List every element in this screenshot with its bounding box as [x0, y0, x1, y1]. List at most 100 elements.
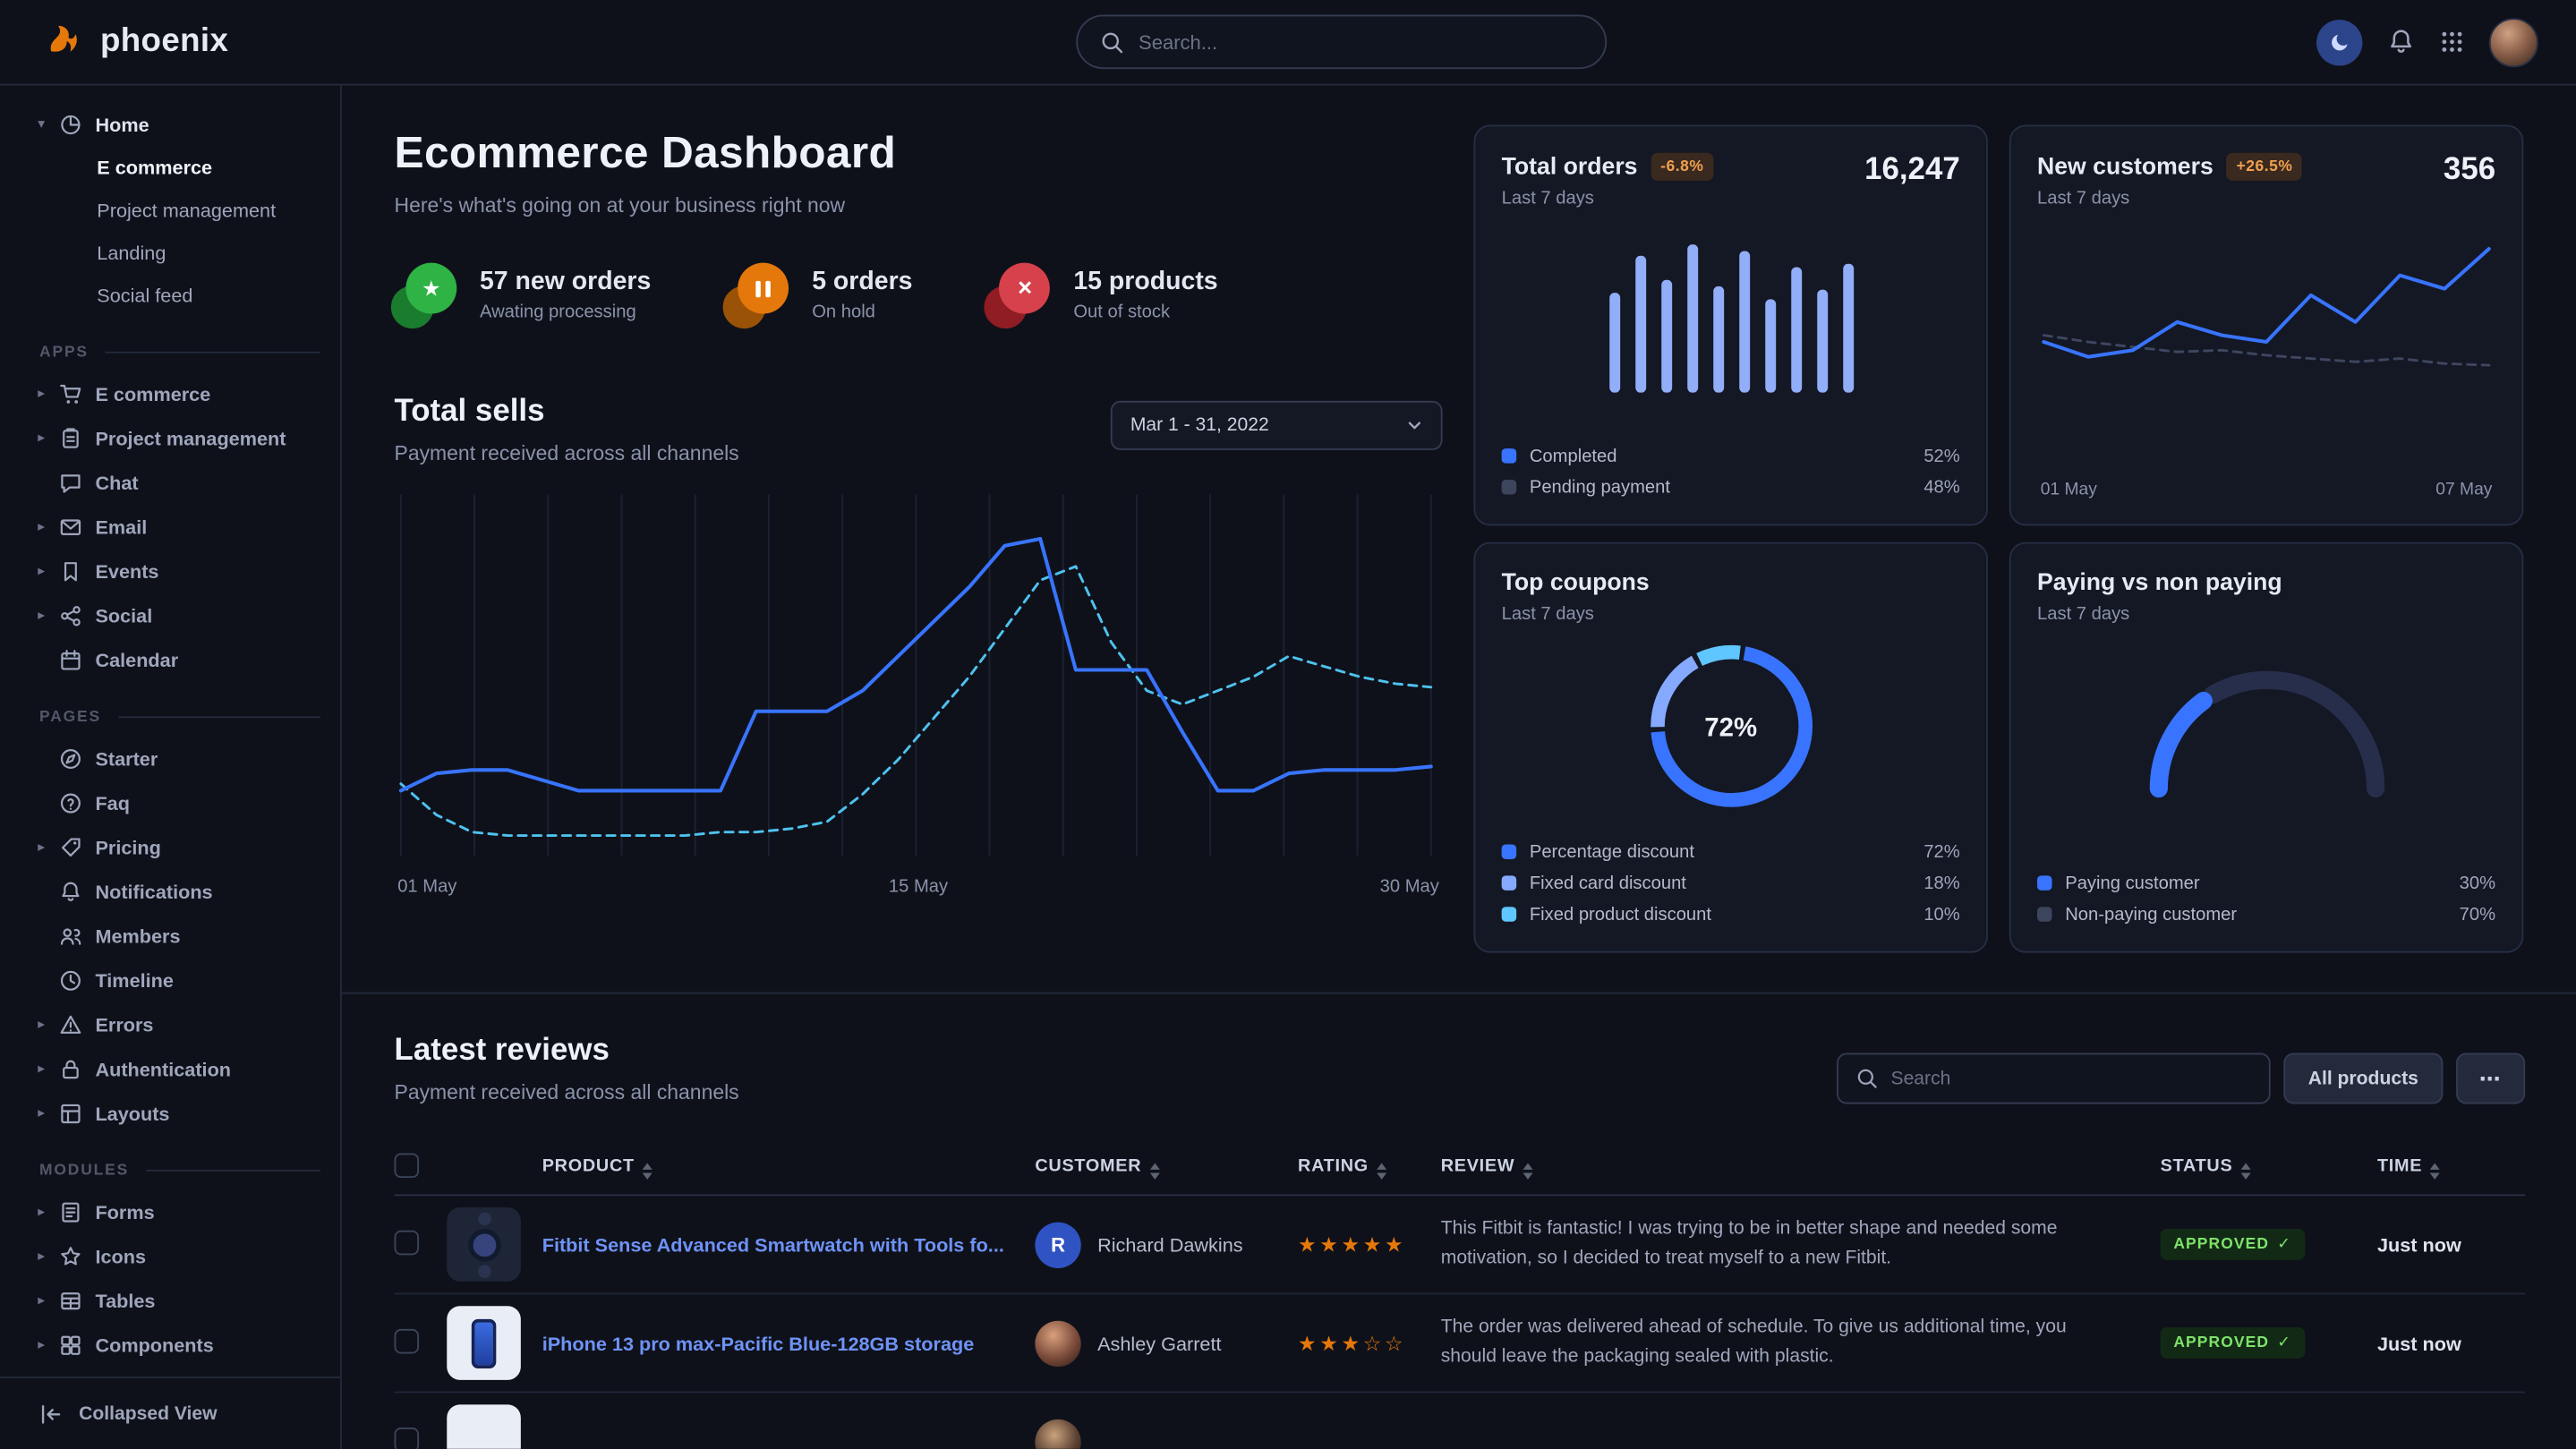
row-checkbox[interactable]	[395, 1328, 420, 1353]
reviews-title: Latest reviews	[395, 1034, 739, 1070]
pie-chart-icon	[59, 113, 95, 136]
collapse-view-toggle[interactable]: Collapsed View	[0, 1377, 340, 1449]
legend: Completed52% Pending payment48%	[1502, 440, 1960, 503]
sidebar-item-errors[interactable]: ▸Errors	[0, 1002, 340, 1047]
column-time[interactable]: TIME	[2377, 1155, 2525, 1179]
column-rating[interactable]: RATING	[1298, 1155, 1441, 1179]
row-checkbox[interactable]	[395, 1427, 420, 1449]
sort-icon[interactable]	[1149, 1163, 1159, 1179]
sidebar-subitem-project-management[interactable]: Project management	[0, 189, 340, 232]
sidebar-home-children: E commerceProject managementLandingSocia…	[0, 146, 340, 317]
sidebar-item-faq[interactable]: Faq	[0, 780, 340, 825]
card-subtitle: Last 7 days	[2037, 604, 2282, 624]
sidebar-item-chat[interactable]: Chat	[0, 460, 340, 505]
sidebar-item-notifications[interactable]: Notifications	[0, 869, 340, 914]
sort-icon[interactable]	[1377, 1163, 1386, 1179]
sidebar-section-label-pages: PAGES	[39, 708, 320, 726]
sidebar-item-pricing[interactable]: ▸Pricing	[0, 824, 340, 869]
sidebar-item-tables[interactable]: ▸Tables	[0, 1278, 340, 1323]
page-title: Ecommerce Dashboard	[395, 128, 1443, 179]
customer-name: Ashley Garrett	[1097, 1332, 1221, 1355]
sidebar-item-email[interactable]: ▸Email	[0, 504, 340, 549]
sidebar-item-label: Icons	[95, 1244, 146, 1267]
product-image[interactable]	[447, 1306, 521, 1380]
product-image[interactable]	[447, 1207, 521, 1282]
reviews-table-header: PRODUCT CUSTOMER RATING REVIEW STATUS TI…	[395, 1140, 2526, 1196]
sidebar-item-label: Events	[95, 559, 158, 583]
sort-icon[interactable]	[643, 1163, 653, 1179]
sidebar-item-forms[interactable]: ▸Forms	[0, 1189, 340, 1234]
sidebar-item-label: Faq	[95, 791, 130, 814]
sidebar-item-timeline[interactable]: Timeline	[0, 958, 340, 1002]
sidebar-item-authentication[interactable]: ▸Authentication	[0, 1046, 340, 1091]
sidebar-item-social[interactable]: ▸Social	[0, 593, 340, 638]
dashboard-top-section: Ecommerce Dashboard Here's what's going …	[342, 85, 2576, 993]
sidebar-item-starter[interactable]: Starter	[0, 736, 340, 780]
sidebar-item-components[interactable]: ▸ Components	[0, 1323, 340, 1368]
legend-label: Fixed card discount	[1530, 874, 1686, 893]
sort-icon[interactable]	[2241, 1163, 2251, 1179]
legend: Paying customer30% Non-paying customer70…	[2037, 867, 2495, 930]
customer-cell: RRichard Dawkins	[1035, 1222, 1298, 1267]
legend-value: 10%	[1923, 904, 1959, 924]
app-root: phoenix ▾	[0, 0, 2576, 1449]
warning-icon	[59, 1013, 95, 1036]
rating-stars: ★★★☆☆	[1298, 1331, 1441, 1356]
all-products-button[interactable]: All products	[2283, 1053, 2443, 1104]
column-review[interactable]: REVIEW	[1441, 1155, 2161, 1179]
navbar-actions	[2316, 17, 2538, 66]
sidebar-subitem-landing[interactable]: Landing	[0, 232, 340, 275]
more-options-button[interactable]: ⋯	[2456, 1053, 2525, 1104]
legend-value: 72%	[1923, 842, 1959, 862]
customer-cell: Ashley Garrett	[1035, 1320, 1298, 1366]
sidebar-subitem-social-feed[interactable]: Social feed	[0, 275, 340, 318]
product-link[interactable]: Fitbit Sense Advanced Smartwatch with To…	[542, 1233, 1036, 1257]
notifications-button[interactable]	[2387, 28, 2415, 55]
sort-icon[interactable]	[1523, 1163, 1533, 1179]
status-badge: APPROVED✓	[2161, 1327, 2305, 1359]
sidebar-item-label: Components	[95, 1334, 213, 1357]
global-search[interactable]	[1076, 15, 1607, 70]
sort-icon[interactable]	[2430, 1163, 2440, 1179]
product-image[interactable]	[447, 1404, 521, 1449]
sidebar-section-label-apps: APPS	[39, 344, 320, 362]
total-sells-chart: 01 May 15 May 30 May	[395, 491, 1443, 897]
sidebar-item-home[interactable]: ▾ Home	[0, 102, 340, 147]
user-avatar[interactable]	[2489, 17, 2538, 66]
theme-toggle-button[interactable]	[2316, 19, 2362, 64]
sidebar-item-members[interactable]: Members	[0, 914, 340, 959]
card-value: 356	[2444, 153, 2495, 189]
apps-menu-button[interactable]	[2440, 30, 2465, 55]
stat-out-of-stock: × 15 products Out of stock	[988, 263, 1218, 326]
date-range-select[interactable]: Mar 1 - 31, 2022	[1111, 401, 1443, 450]
column-customer[interactable]: CUSTOMER	[1035, 1155, 1298, 1179]
sidebar-item-events[interactable]: ▸Events	[0, 549, 340, 593]
sidebar-item-layouts[interactable]: ▸Layouts	[0, 1091, 340, 1136]
caret-down-icon: ▾	[38, 115, 59, 132]
reviews-search[interactable]	[1837, 1053, 2271, 1104]
sidebar-item-icons[interactable]: ▸Icons	[0, 1233, 340, 1278]
sidebar-item-calendar[interactable]: Calendar	[0, 637, 340, 682]
reviews-search-input[interactable]	[1890, 1069, 2250, 1088]
caret-right-icon: ▸	[38, 606, 59, 624]
review-text: The order was delivered ahead of schedul…	[1441, 1314, 2161, 1372]
sidebar-item-project-management[interactable]: ▸Project management	[0, 415, 340, 460]
row-checkbox[interactable]	[395, 1230, 420, 1255]
review-time: Just now	[2377, 1332, 2525, 1355]
customer-avatar	[1035, 1419, 1080, 1449]
search-input[interactable]	[1139, 30, 1582, 54]
column-product[interactable]: PRODUCT	[542, 1155, 1036, 1179]
brand-logo[interactable]: phoenix	[45, 19, 229, 64]
chat-icon	[59, 471, 95, 494]
column-status[interactable]: STATUS	[2161, 1155, 2377, 1179]
users-icon	[59, 924, 95, 947]
page-subtitle: Here's what's going on at your business …	[395, 194, 1443, 217]
sidebar-item-e-commerce[interactable]: ▸E commerce	[0, 371, 340, 416]
product-link[interactable]: iPhone 13 pro max-Pacific Blue-128GB sto…	[542, 1332, 1036, 1355]
caret-right-icon: ▸	[38, 1335, 59, 1353]
select-all-checkbox[interactable]	[395, 1153, 420, 1178]
chart-date-labels: 01 May 07 May	[2037, 480, 2495, 503]
sidebar-subitem-e-commerce[interactable]: E commerce	[0, 146, 340, 189]
caret-right-icon: ▸	[38, 1291, 59, 1309]
x-label: 01 May	[397, 877, 456, 897]
